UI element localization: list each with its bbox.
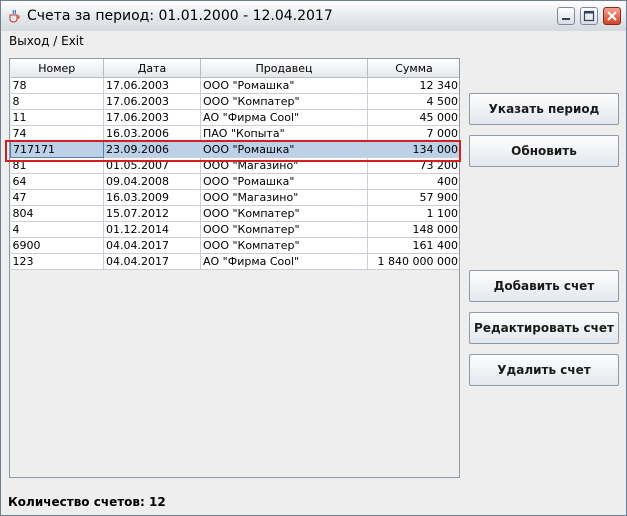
refresh-button[interactable]: Обновить	[469, 135, 619, 167]
cell-number[interactable]: 4	[10, 221, 104, 238]
table-body: 78 17.06.2003 ООО "Ромашка" 12 340 8 17.06.20…	[10, 77, 459, 270]
cell-seller[interactable]: ООО "Ромашка"	[200, 173, 368, 190]
cell-seller[interactable]: ООО "Компатер"	[200, 221, 368, 238]
minimize-button[interactable]	[557, 7, 575, 25]
table-row[interactable]: 47 16.03.2009 ООО "Магазино" 57 900	[10, 189, 459, 206]
cell-seller[interactable]: ООО "Компатер"	[200, 205, 368, 222]
column-header-seller[interactable]: Продавец	[200, 59, 368, 78]
cell-seller[interactable]: ООО "Магазино"	[200, 189, 368, 206]
cell-date[interactable]: 01.12.2014	[103, 221, 201, 238]
delete-invoice-button[interactable]: Удалить счет	[469, 354, 619, 386]
table-row[interactable]: 11 17.06.2003 АО "Фирма Cool" 45 000	[10, 109, 459, 126]
table-row[interactable]: 123 04.04.2017 АО "Фирма Cool" 1 840 000 00…	[10, 253, 459, 270]
window-title: Счета за период: 01.01.2000 - 12.04.2017	[27, 8, 333, 24]
cell-seller[interactable]: ООО "Ромашка"	[200, 77, 368, 94]
selected-row-highlight	[5, 140, 461, 162]
cell-seller[interactable]: ООО "Компатер"	[200, 237, 368, 254]
invoices-table-panel[interactable]: Номер Дата Продавец Сумма 78 17.06.2003 ОО…	[9, 58, 460, 478]
cell-date[interactable]: 17.06.2003	[103, 93, 201, 110]
cell-date[interactable]: 04.04.2017	[103, 253, 201, 270]
column-header-amount[interactable]: Сумма	[367, 59, 459, 78]
cell-number[interactable]: 804	[10, 205, 104, 222]
table-row[interactable]: 6900 04.04.2017 ООО "Компатер" 161 400	[10, 237, 459, 254]
cell-number[interactable]: 78	[10, 77, 104, 94]
cell-date[interactable]: 15.07.2012	[103, 205, 201, 222]
table-row[interactable]: 4 01.12.2014 ООО "Компатер" 148 000	[10, 221, 459, 238]
cell-amount[interactable]: 1 100	[367, 205, 459, 222]
title-bar[interactable]: Счета за период: 01.01.2000 - 12.04.2017	[1, 1, 626, 32]
menu-exit[interactable]: Выход / Exit	[9, 34, 84, 48]
menu-bar: Выход / Exit	[1, 31, 626, 51]
cell-amount[interactable]: 161 400	[367, 237, 459, 254]
edit-invoice-button[interactable]: Редактировать счет	[469, 312, 619, 344]
invoices-table: Номер Дата Продавец Сумма 78 17.06.2003 ОО…	[10, 59, 459, 270]
cell-number[interactable]: 8	[10, 93, 104, 110]
minimize-icon	[562, 18, 570, 20]
cell-seller[interactable]: ООО "Компатер"	[200, 93, 368, 110]
cell-seller[interactable]: АО "Фирма Cool"	[200, 253, 368, 270]
table-row[interactable]: 78 17.06.2003 ООО "Ромашка" 12 340	[10, 77, 459, 94]
cell-date[interactable]: 04.04.2017	[103, 237, 201, 254]
cell-amount[interactable]: 12 340	[367, 77, 459, 94]
cell-amount[interactable]: 400	[367, 173, 459, 190]
column-header-date[interactable]: Дата	[103, 59, 201, 78]
cell-date[interactable]: 16.03.2009	[103, 189, 201, 206]
maximize-button[interactable]	[580, 7, 598, 25]
add-invoice-button[interactable]: Добавить счет	[469, 270, 619, 302]
cell-number[interactable]: 47	[10, 189, 104, 206]
cell-date[interactable]: 17.06.2003	[103, 109, 201, 126]
cell-date[interactable]: 17.06.2003	[103, 77, 201, 94]
cell-amount[interactable]: 57 900	[367, 189, 459, 206]
cell-amount[interactable]: 4 500	[367, 93, 459, 110]
invoice-count-label: Количество счетов: 12	[8, 495, 166, 509]
cell-number[interactable]: 11	[10, 109, 104, 126]
table-row[interactable]: 64 09.04.2008 ООО "Ромашка" 400	[10, 173, 459, 190]
cell-amount[interactable]: 45 000	[367, 109, 459, 126]
cell-number[interactable]: 123	[10, 253, 104, 270]
close-button[interactable]	[603, 7, 621, 25]
column-header-number[interactable]: Номер	[10, 59, 104, 78]
set-period-button[interactable]: Указать период	[469, 93, 619, 125]
table-row[interactable]: 8 17.06.2003 ООО "Компатер" 4 500	[10, 93, 459, 110]
cell-number[interactable]: 6900	[10, 237, 104, 254]
table-row[interactable]: 804 15.07.2012 ООО "Компатер" 1 100	[10, 205, 459, 222]
maximize-icon	[583, 10, 595, 22]
close-icon	[607, 11, 617, 21]
cell-number[interactable]: 64	[10, 173, 104, 190]
table-header-row: Номер Дата Продавец Сумма	[10, 59, 459, 78]
cell-date[interactable]: 09.04.2008	[103, 173, 201, 190]
app-window: Счета за период: 01.01.2000 - 12.04.2017…	[0, 0, 627, 516]
cell-amount[interactable]: 1 840 000 000	[367, 253, 459, 270]
cell-seller[interactable]: АО "Фирма Cool"	[200, 109, 368, 126]
cell-amount[interactable]: 148 000	[367, 221, 459, 238]
java-cup-icon	[7, 9, 21, 23]
